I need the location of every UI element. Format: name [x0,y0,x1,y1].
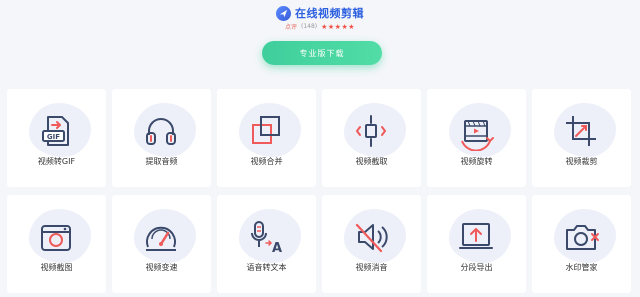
trim-icon [351,111,391,151]
tool-label: 视频截取 [355,157,388,166]
app-title: 在线视频剪辑 [295,7,364,20]
tool-card-video-merge[interactable]: 视频合并 [217,89,316,187]
app-logo-icon [276,5,291,21]
crop-icon [561,111,601,151]
header: 在线视频剪辑 点评 (148) ★★★★★ 专业版下载 [0,0,640,78]
watermark-camera-icon [561,217,601,257]
tool-label: 提取音频 [145,157,178,166]
tool-card-speech-to-text[interactable]: A 语音转文本 [217,195,316,293]
gif-file-icon: GIF [36,111,76,151]
tool-label: 视频裁剪 [565,157,598,166]
headphones-icon [141,111,181,151]
rating-label: 点评 [284,24,297,31]
tool-label: 水印管家 [565,263,598,272]
tool-card-video-screenshot[interactable]: 视频截图 [7,195,106,293]
tool-card-watermark-manager[interactable]: 水印管家 [532,195,631,293]
tool-label: 视频合并 [250,157,283,166]
svg-text:GIF: GIF [47,133,60,141]
mute-icon [351,217,391,257]
export-icon [456,217,496,257]
rating-count: (148) [300,23,318,30]
tool-card-video-to-gif[interactable]: GIF 视频转GIF [7,89,106,187]
mic-to-text-icon: A [246,217,286,257]
merge-squares-icon [246,111,286,151]
tool-label: 视频旋转 [460,157,493,166]
tool-grid: GIF 视频转GIF 提取音频 视频合并 视频截取 视频旋转 视频裁剪 视频截图… [7,89,631,293]
tool-card-extract-audio[interactable]: 提取音频 [112,89,211,187]
pro-download-button[interactable]: 专业版下载 [262,41,382,65]
svg-text:A: A [272,241,282,256]
tool-label: 分段导出 [460,263,493,272]
camera-icon [36,217,76,257]
rating-row: 点评 (148) ★★★★★ [0,22,640,32]
tool-label: 视频消音 [355,263,388,272]
speedometer-icon [141,217,181,257]
tool-label: 视频转GIF [37,157,76,166]
tool-card-video-trim[interactable]: 视频截取 [322,89,421,187]
tool-label: 语音转文本 [246,263,287,272]
rating-stars: ★★★★★ [321,22,356,31]
tool-card-video-crop[interactable]: 视频裁剪 [532,89,631,187]
title-row: 在线视频剪辑 [0,5,640,21]
tool-label: 视频变速 [145,263,178,272]
tool-card-video-mute[interactable]: 视频消音 [322,195,421,293]
rotate-video-icon [456,111,496,151]
tool-card-video-speed[interactable]: 视频变速 [112,195,211,293]
tool-card-segment-export[interactable]: 分段导出 [427,195,526,293]
tool-label: 视频截图 [40,263,73,272]
tool-card-video-rotate[interactable]: 视频旋转 [427,89,526,187]
